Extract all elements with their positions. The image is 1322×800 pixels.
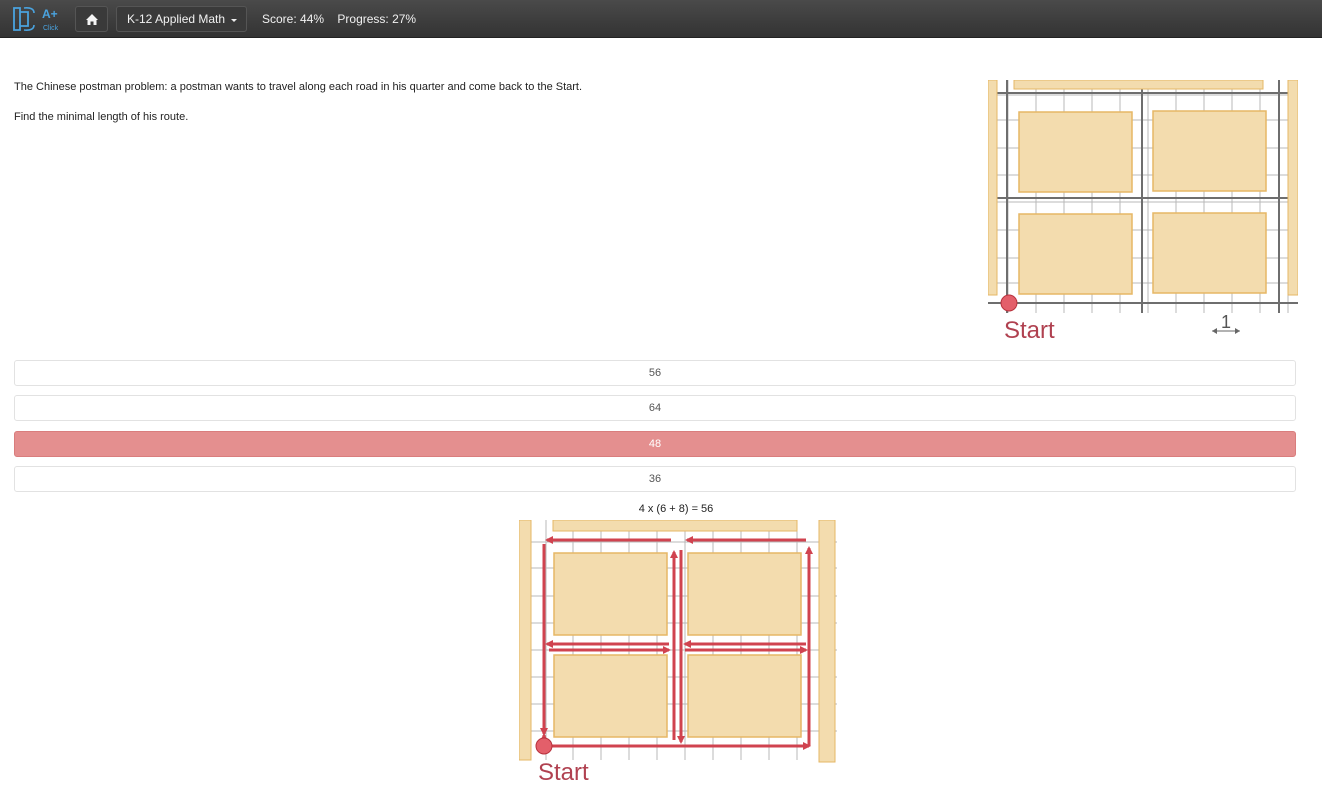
city-block — [1018, 111, 1133, 193]
home-icon — [85, 13, 98, 25]
answer-option[interactable]: 56 — [14, 360, 1296, 386]
aplus-click-logo[interactable]: A+ Click — [10, 4, 66, 34]
home-button[interactable] — [75, 6, 108, 32]
city-block — [553, 552, 668, 636]
question-prompt: Find the minimal length of his route. — [14, 111, 189, 123]
city-block — [1018, 213, 1133, 295]
top-navbar: A+ Click K-12 Applied Math Score: 44% Pr… — [0, 0, 1322, 38]
start-marker — [535, 737, 553, 755]
city-block — [687, 654, 802, 738]
route-solution-figure: Start — [519, 520, 837, 786]
question-text: The Chinese postman problem: a postman w… — [14, 81, 583, 93]
solution-start-label: Start — [538, 759, 589, 786]
scale-label: 1 — [1221, 312, 1231, 332]
score-progress: Score: 44% Progress: 27% — [262, 12, 426, 26]
postman-map-figure: Start 1 — [988, 80, 1298, 344]
city-block-edge — [1013, 80, 1264, 90]
progress-text: Progress: 27% — [337, 12, 417, 26]
logo-subtext: Click — [43, 25, 59, 32]
city-block — [1152, 212, 1267, 294]
course-dropdown-label: K-12 Applied Math — [127, 12, 226, 26]
city-block-edge — [519, 520, 532, 761]
city-block-edge — [988, 80, 998, 296]
course-dropdown[interactable]: K-12 Applied Math — [116, 6, 247, 32]
answer-option[interactable]: 64 — [14, 395, 1296, 421]
city-block — [687, 552, 802, 636]
start-marker — [1000, 294, 1018, 312]
city-block-edge — [818, 520, 836, 763]
logo-text: A+ — [42, 7, 58, 21]
scale-indicator: 1 — [1212, 312, 1240, 334]
caret-down-icon — [231, 19, 237, 22]
answer-option-selected[interactable]: 48 — [14, 431, 1296, 457]
city-block — [1152, 110, 1267, 192]
city-block-edge — [1287, 80, 1298, 296]
solution-formula: 4 x (6 + 8) = 56 — [638, 503, 714, 515]
start-label: Start — [1004, 317, 1055, 344]
city-block-edge — [552, 520, 798, 532]
answer-option[interactable]: 36 — [14, 466, 1296, 492]
score-text: Score: 44% — [262, 12, 325, 26]
city-block — [553, 654, 668, 738]
